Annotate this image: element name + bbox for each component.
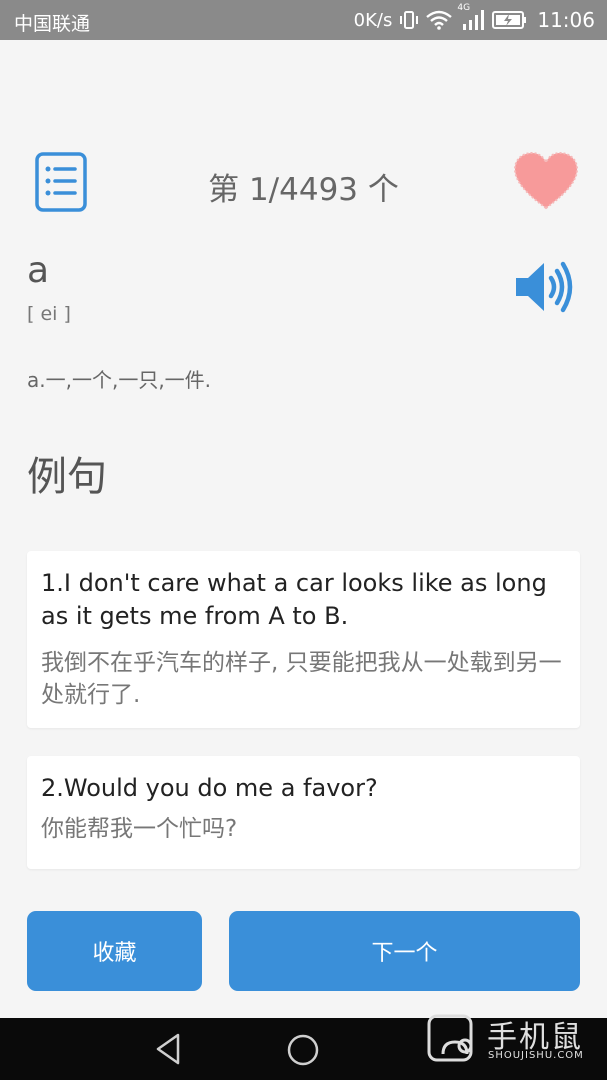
word-header: 第 1/4493 个 — [0, 150, 607, 216]
example-card: 1.I don't care what a car looks like as … — [27, 551, 580, 728]
back-button[interactable] — [150, 1032, 190, 1066]
pronounce-button[interactable] — [512, 258, 576, 316]
mouse-logo-icon — [425, 1008, 481, 1064]
clock: 11:06 — [537, 8, 595, 32]
vibrate-icon — [399, 9, 419, 31]
heart-icon — [512, 151, 580, 218]
favorite-toggle-button[interactable] — [512, 150, 580, 214]
carrier-label: 中国联通 — [14, 13, 91, 35]
next-word-button[interactable]: 下一个 — [229, 911, 580, 991]
example-english: 2.Would you do me a favor? — [41, 774, 378, 802]
network-type: 4G — [457, 3, 471, 13]
signal-icon: 4G — [457, 3, 485, 31]
home-circle-icon — [285, 1034, 321, 1072]
word-definition: a.一,一个,一只,一件. — [27, 368, 212, 392]
wifi-icon — [426, 10, 453, 30]
example-english: 1.I don't care what a car looks like as … — [41, 569, 547, 630]
watermark: 手机鼠 SHOUJISHU.COM — [425, 1004, 605, 1066]
example-chinese: 我倒不在乎汽车的样子, 只要能把我从一处载到另一处就行了. — [41, 650, 562, 708]
home-button[interactable] — [285, 1032, 321, 1068]
watermark-domain: SHOUJISHU.COM — [488, 1050, 584, 1061]
speaker-icon — [512, 261, 576, 320]
word-phonetic: [ ei ] — [27, 303, 71, 325]
status-bar: 中国联通 0K/s 4G 11:06 — [0, 0, 607, 40]
examples-title: 例句 — [27, 454, 107, 500]
back-triangle-icon — [150, 1033, 190, 1070]
network-speed: 0K/s — [353, 9, 393, 31]
battery-icon — [492, 10, 528, 30]
word-text: a — [27, 250, 50, 291]
favorite-button[interactable]: 收藏 — [27, 911, 202, 991]
example-chinese: 你能帮我一个忙吗? — [41, 816, 238, 842]
status-icons: 0K/s 4G 11:06 — [353, 3, 595, 34]
example-card: 2.Would you do me a favor? 你能帮我一个忙吗? — [27, 756, 580, 869]
